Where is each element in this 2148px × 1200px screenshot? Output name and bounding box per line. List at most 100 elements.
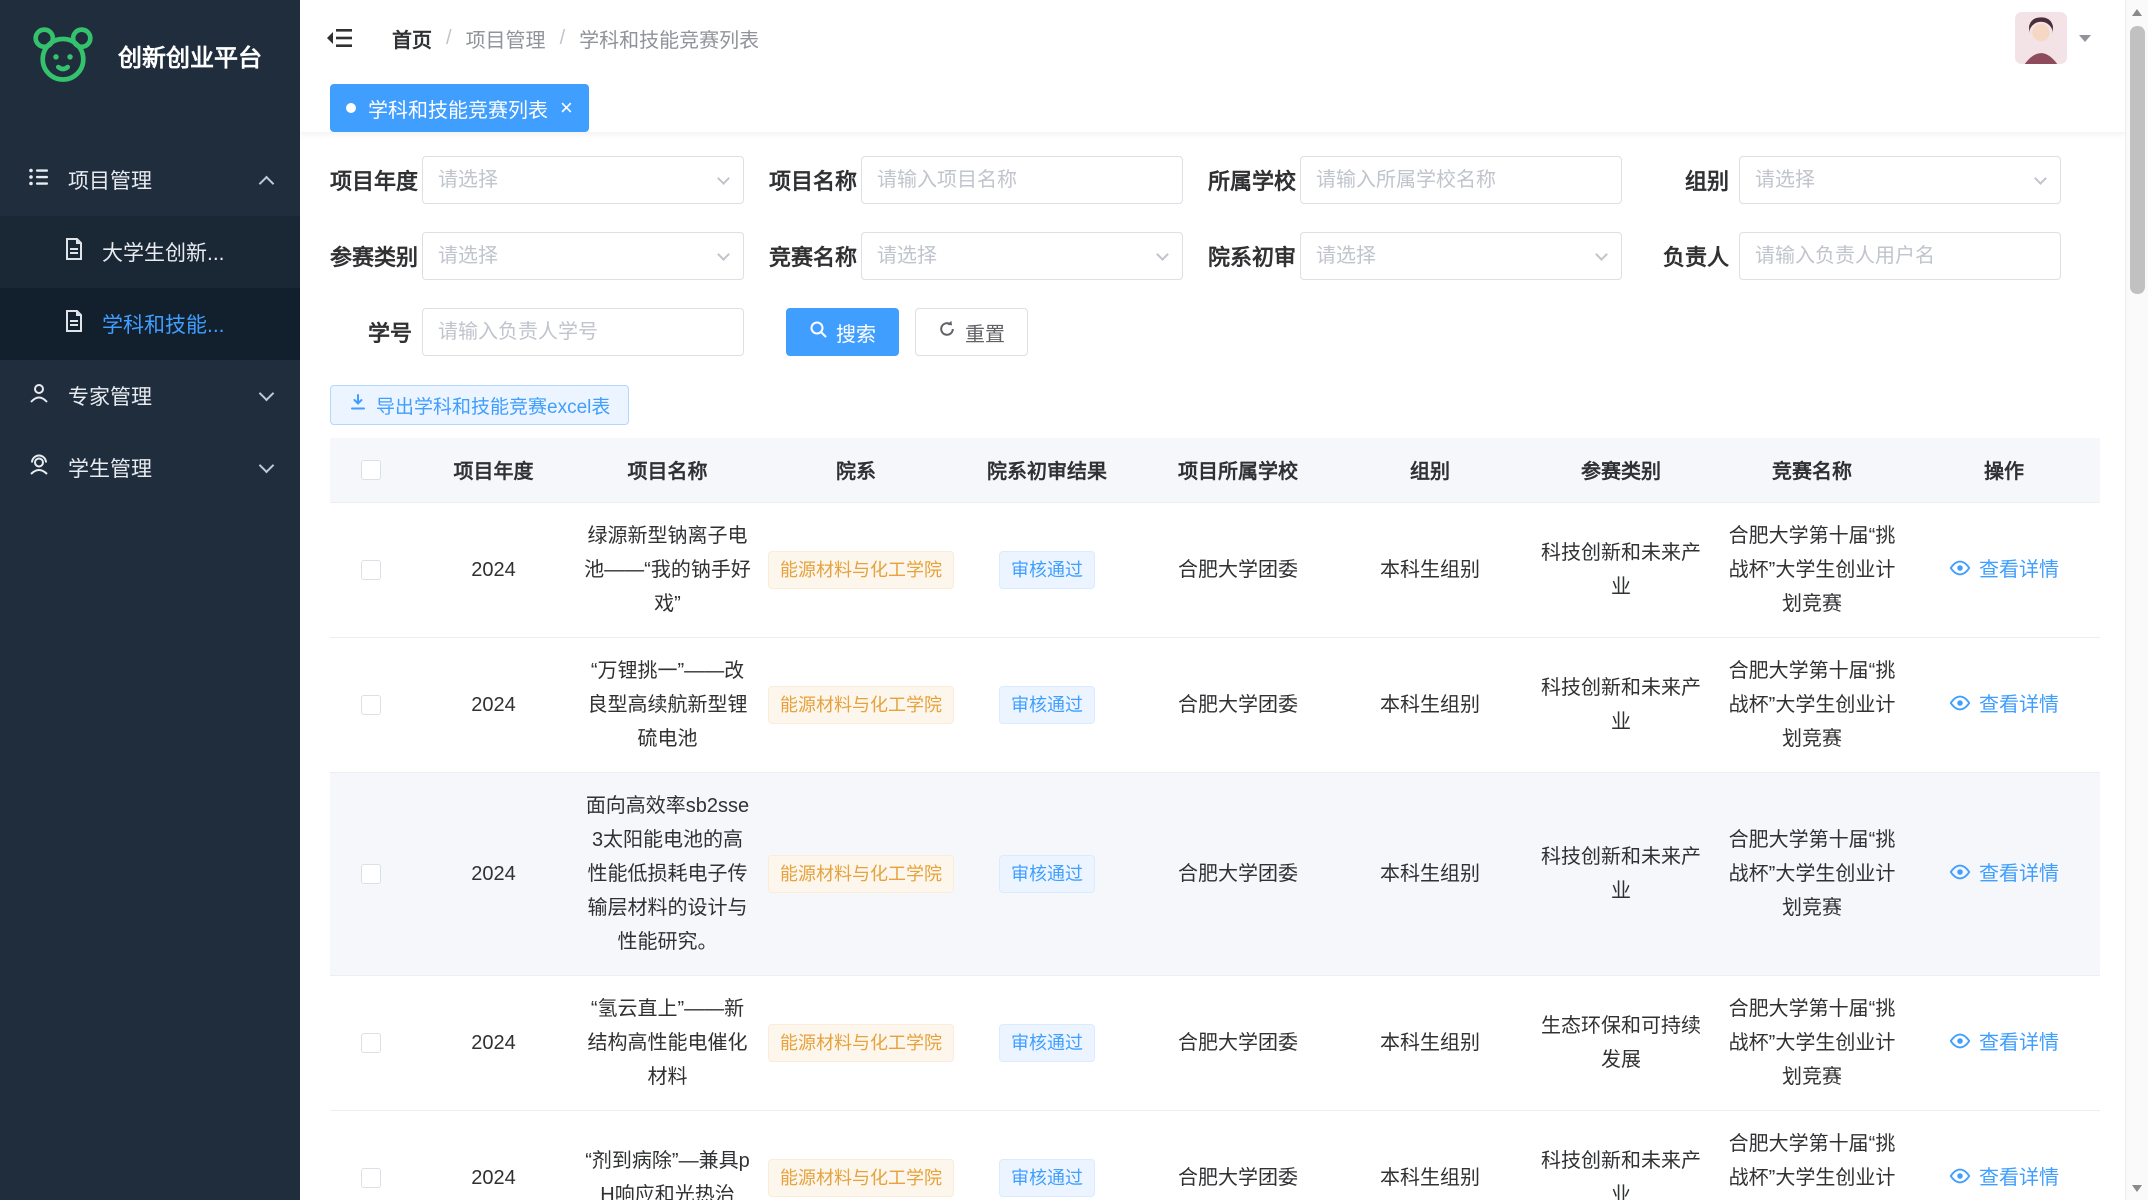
triangle-down-icon (2132, 1185, 2142, 1192)
view-detail-link[interactable]: 查看详情 (1949, 688, 2059, 722)
filter-student-id: 学号 (330, 308, 769, 356)
sidebar-item-expert-management[interactable]: 专家管理 (0, 360, 300, 432)
cell-year: 2024 (412, 1110, 575, 1200)
row-checkbox[interactable] (361, 1168, 381, 1188)
filter-label: 院系初审 (1208, 240, 1300, 272)
project-name-field[interactable] (861, 156, 1183, 204)
dept-tag: 能源材料与化工学院 (768, 551, 954, 589)
dept-review-select[interactable] (1300, 232, 1622, 280)
search-button[interactable]: 搜索 (786, 308, 899, 356)
scrollbar[interactable] (2125, 0, 2148, 1200)
student-id-field[interactable] (422, 308, 744, 356)
row-checkbox[interactable] (361, 864, 381, 884)
filter-label: 参赛类别 (330, 240, 422, 272)
chevron-down-icon (259, 457, 275, 473)
triangle-up-icon (2132, 9, 2142, 16)
tab-label: 学科和技能竞赛列表 (368, 94, 548, 123)
sidebar-item-project-management[interactable]: 项目管理 (0, 144, 300, 216)
filter-label: 组别 (1647, 164, 1739, 196)
tab-subject-skill-competition-list[interactable]: 学科和技能竞赛列表 × (330, 84, 589, 132)
sidebar-item-label: 专家管理 (68, 381, 261, 411)
leader-field[interactable] (1739, 232, 2061, 280)
breadcrumb-separator: / (560, 27, 566, 50)
breadcrumb-home[interactable]: 首页 (392, 24, 432, 53)
filter-project-name: 项目名称 (769, 156, 1208, 204)
row-checkbox[interactable] (361, 1033, 381, 1053)
document-icon (64, 238, 84, 266)
view-detail-link[interactable]: 查看详情 (1949, 553, 2059, 587)
reset-button[interactable]: 重置 (915, 308, 1028, 356)
project-name-input[interactable] (862, 157, 1182, 203)
sidebar-item-undergrad-innovation[interactable]: 大学生创新... (0, 216, 300, 288)
breadcrumb-current-page: 学科和技能竞赛列表 (579, 24, 759, 53)
cell-group: 本科生组别 (1334, 772, 1526, 975)
review-status-badge: 审核通过 (999, 551, 1095, 589)
column-header-actions: 操作 (1908, 438, 2100, 502)
cell-school: 合肥大学团委 (1142, 1110, 1334, 1200)
toolbar: 导出学科和技能竞赛excel表 (330, 385, 2100, 425)
school-input[interactable] (1301, 157, 1621, 203)
breadcrumb-separator: / (446, 27, 452, 50)
chevron-down-icon[interactable] (2079, 35, 2091, 42)
page-content: 项目年度 项目名称 所属学校 (300, 132, 2125, 1200)
select-all-checkbox[interactable] (361, 460, 381, 480)
scrollbar-thumb[interactable] (2130, 26, 2145, 294)
dept-tag: 能源材料与化工学院 (768, 1024, 954, 1062)
top-header: 首页 / 项目管理 / 学科和技能竞赛列表 (300, 0, 2125, 76)
row-checkbox[interactable] (361, 560, 381, 580)
tab-close-icon[interactable]: × (560, 97, 573, 119)
category-select[interactable] (422, 232, 744, 280)
dept-review-select-input[interactable] (1301, 233, 1621, 279)
cell-group: 本科生组别 (1334, 502, 1526, 637)
reset-button-label: 重置 (965, 318, 1005, 347)
project-year-select[interactable] (422, 156, 744, 204)
row-checkbox[interactable] (361, 695, 381, 715)
avatar[interactable] (2015, 12, 2067, 64)
cell-category: 生态环保和可持续发展 (1526, 975, 1716, 1110)
group-select-input[interactable] (1740, 157, 2060, 203)
competition-select-input[interactable] (862, 233, 1182, 279)
student-id-input[interactable] (423, 309, 743, 355)
filter-project-year: 项目年度 (330, 156, 769, 204)
filter-label: 竞赛名称 (769, 240, 861, 272)
scrollbar-up-arrow[interactable] (2126, 0, 2148, 24)
competition-select[interactable] (861, 232, 1183, 280)
view-detail-link[interactable]: 查看详情 (1949, 857, 2059, 891)
cell-competition: 合肥大学第十届“挑战杯”大学生创业计划竞赛 (1716, 502, 1908, 637)
breadcrumb-project-management[interactable]: 项目管理 (466, 24, 546, 53)
cell-project-name: “氢云直上”——新结构高性能电催化材料 (575, 975, 760, 1110)
header-right (2015, 12, 2099, 64)
search-icon (809, 320, 827, 344)
column-header-project-name: 项目名称 (575, 438, 760, 502)
eye-icon (1949, 688, 1971, 722)
sidebar-item-student-management[interactable]: 学生管理 (0, 432, 300, 504)
table-header-row: 项目年度 项目名称 院系 院系初审结果 项目所属学校 组别 参赛类别 竞赛名称 … (330, 438, 2100, 502)
eye-icon (1949, 1026, 1971, 1060)
view-detail-link[interactable]: 查看详情 (1949, 1161, 2059, 1195)
cell-category: 科技创新和未来产业 (1526, 502, 1716, 637)
leader-input[interactable] (1740, 233, 2060, 279)
cell-year: 2024 (412, 975, 575, 1110)
download-icon (349, 393, 367, 417)
sidebar-item-subject-skill-competition[interactable]: 学科和技能... (0, 288, 300, 360)
tab-active-dot (346, 103, 356, 113)
scrollbar-down-arrow[interactable] (2126, 1176, 2148, 1200)
group-select[interactable] (1739, 156, 2061, 204)
filter-school: 所属学校 (1208, 156, 1647, 204)
school-field[interactable] (1300, 156, 1622, 204)
view-detail-link[interactable]: 查看详情 (1949, 1026, 2059, 1060)
app-title: 创新创业平台 (118, 38, 262, 73)
filter-competition-name: 竞赛名称 (769, 232, 1208, 280)
category-select-input[interactable] (423, 233, 743, 279)
cell-year: 2024 (412, 502, 575, 637)
export-excel-button[interactable]: 导出学科和技能竞赛excel表 (330, 385, 629, 425)
dept-tag: 能源材料与化工学院 (768, 855, 954, 893)
cell-group: 本科生组别 (1334, 637, 1526, 772)
column-header-review-result: 院系初审结果 (952, 438, 1142, 502)
collapse-sidebar-icon[interactable] (326, 26, 354, 50)
cell-project-name: 绿源新型钠离子电池——“我的钠手好戏” (575, 502, 760, 637)
breadcrumb: 首页 / 项目管理 / 学科和技能竞赛列表 (392, 24, 759, 53)
cell-year: 2024 (412, 637, 575, 772)
cell-category: 科技创新和未来产业 (1526, 637, 1716, 772)
project-year-select-input[interactable] (423, 157, 743, 203)
